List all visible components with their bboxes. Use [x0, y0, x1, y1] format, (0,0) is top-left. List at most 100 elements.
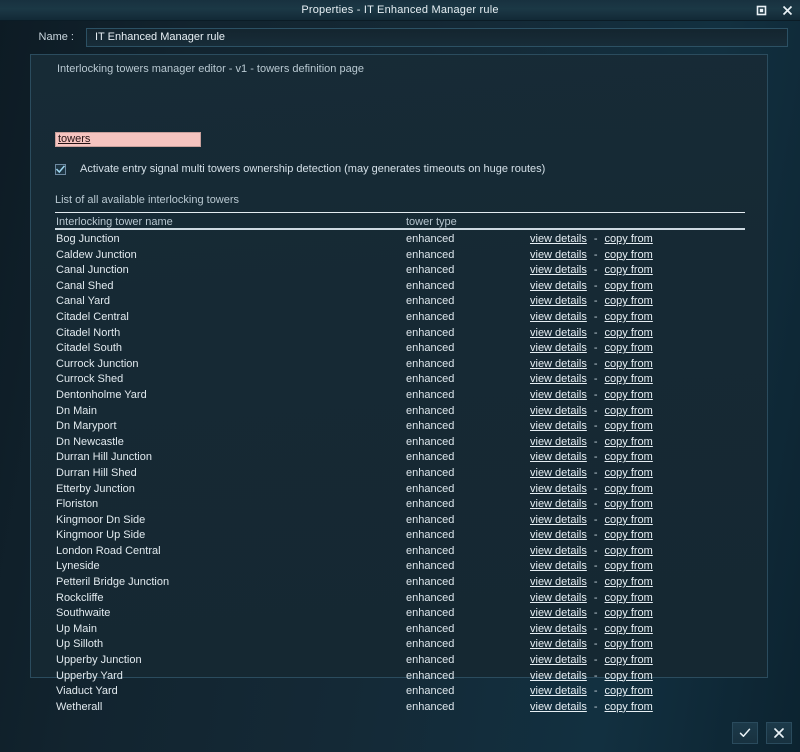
tower-actions-cell: view details - copy from	[530, 450, 653, 466]
copy-from-link[interactable]: copy from	[605, 389, 653, 401]
copy-from-link[interactable]: copy from	[605, 436, 653, 448]
view-details-link[interactable]: view details	[530, 560, 587, 572]
table-row: Dn Main enhanced view details - copy from	[55, 404, 745, 420]
copy-from-link[interactable]: copy from	[605, 264, 653, 276]
tower-type-cell: enhanced	[406, 654, 455, 667]
name-input[interactable]	[86, 27, 788, 47]
copy-from-link[interactable]: copy from	[605, 249, 653, 261]
table-row: Lyneside enhanced view details - copy from	[55, 559, 745, 575]
view-details-link[interactable]: view details	[530, 373, 587, 385]
table-row: Durran Hill Shed enhanced view details - cop…	[55, 466, 745, 482]
copy-from-link[interactable]: copy from	[605, 498, 653, 510]
copy-from-link[interactable]: copy from	[605, 576, 653, 588]
view-details-link[interactable]: view details	[530, 327, 587, 339]
view-details-link[interactable]: view details	[530, 514, 587, 526]
copy-from-link[interactable]: copy from	[605, 295, 653, 307]
view-details-link[interactable]: view details	[530, 233, 587, 245]
copy-from-link[interactable]: copy from	[605, 311, 653, 323]
dialog-footer	[0, 718, 800, 752]
tower-actions-cell: view details - copy from	[530, 263, 653, 279]
view-details-link[interactable]: view details	[530, 670, 587, 682]
tower-type-cell: enhanced	[406, 342, 455, 355]
copy-from-link[interactable]: copy from	[605, 483, 653, 495]
action-separator: -	[593, 279, 598, 292]
editor-title: Interlocking towers manager editor - v1 …	[57, 63, 364, 75]
copy-from-link[interactable]: copy from	[605, 280, 653, 292]
view-details-link[interactable]: view details	[530, 342, 587, 354]
copy-from-link[interactable]: copy from	[605, 342, 653, 354]
view-details-link[interactable]: view details	[530, 467, 587, 479]
table-row: Up Main enhanced view details - copy from	[55, 622, 745, 638]
multi-tower-ownership-checkbox[interactable]	[55, 163, 66, 175]
window-controls	[753, 0, 796, 21]
view-details-link[interactable]: view details	[530, 295, 587, 307]
view-details-link[interactable]: view details	[530, 280, 587, 292]
view-details-link[interactable]: view details	[530, 685, 587, 697]
tower-name-cell: Etterby Junction	[56, 482, 135, 495]
copy-from-link[interactable]: copy from	[605, 685, 653, 697]
towers-scope-input[interactable]: towers	[55, 132, 201, 147]
view-details-link[interactable]: view details	[530, 405, 587, 417]
tower-actions-cell: view details - copy from	[530, 372, 653, 388]
action-separator: -	[593, 248, 598, 261]
tower-actions-cell: view details - copy from	[530, 606, 653, 622]
copy-from-link[interactable]: copy from	[605, 560, 653, 572]
copy-from-link[interactable]: copy from	[605, 638, 653, 650]
view-details-link[interactable]: view details	[530, 358, 587, 370]
copy-from-link[interactable]: copy from	[605, 654, 653, 666]
view-details-link[interactable]: view details	[530, 498, 587, 510]
copy-from-link[interactable]: copy from	[605, 514, 653, 526]
view-details-link[interactable]: view details	[530, 654, 587, 666]
copy-from-link[interactable]: copy from	[605, 451, 653, 463]
maximize-icon[interactable]	[753, 2, 770, 19]
copy-from-link[interactable]: copy from	[605, 670, 653, 682]
copy-from-link[interactable]: copy from	[605, 545, 653, 557]
view-details-link[interactable]: view details	[530, 701, 587, 713]
copy-from-link[interactable]: copy from	[605, 358, 653, 370]
copy-from-link[interactable]: copy from	[605, 405, 653, 417]
cancel-button[interactable]	[766, 722, 792, 744]
multi-tower-ownership-row: Activate entry signal multi towers owner…	[55, 162, 545, 176]
copy-from-link[interactable]: copy from	[605, 467, 653, 479]
action-separator: -	[593, 498, 598, 511]
copy-from-link[interactable]: copy from	[605, 327, 653, 339]
view-details-link[interactable]: view details	[530, 483, 587, 495]
view-details-link[interactable]: view details	[530, 420, 587, 432]
view-details-link[interactable]: view details	[530, 545, 587, 557]
view-details-link[interactable]: view details	[530, 638, 587, 650]
confirm-button[interactable]	[732, 722, 758, 744]
tower-type-cell: enhanced	[406, 482, 455, 495]
copy-from-link[interactable]: copy from	[605, 592, 653, 604]
action-separator: -	[593, 622, 598, 635]
view-details-link[interactable]: view details	[530, 311, 587, 323]
view-details-link[interactable]: view details	[530, 607, 587, 619]
view-details-link[interactable]: view details	[530, 451, 587, 463]
window-title: Properties - IT Enhanced Manager rule	[301, 4, 499, 16]
copy-from-link[interactable]: copy from	[605, 420, 653, 432]
action-separator: -	[593, 607, 598, 620]
tower-name-cell: Upperby Junction	[56, 654, 142, 667]
view-details-link[interactable]: view details	[530, 576, 587, 588]
copy-from-link[interactable]: copy from	[605, 529, 653, 541]
tower-name-cell: Canal Yard	[56, 295, 111, 308]
view-details-link[interactable]: view details	[530, 592, 587, 604]
tower-actions-cell: view details - copy from	[530, 248, 653, 264]
table-row: Bog Junction enhanced view details - copy fr…	[55, 232, 745, 248]
close-icon[interactable]	[779, 2, 796, 19]
tower-actions-cell: view details - copy from	[530, 294, 653, 310]
table-row: Canal Yard enhanced view details - copy from	[55, 294, 745, 310]
view-details-link[interactable]: view details	[530, 529, 587, 541]
copy-from-link[interactable]: copy from	[605, 701, 653, 713]
list-caption: List of all available interlocking tower…	[55, 194, 240, 206]
view-details-link[interactable]: view details	[530, 249, 587, 261]
copy-from-link[interactable]: copy from	[605, 607, 653, 619]
copy-from-link[interactable]: copy from	[605, 623, 653, 635]
copy-from-link[interactable]: copy from	[605, 233, 653, 245]
view-details-link[interactable]: view details	[530, 264, 587, 276]
view-details-link[interactable]: view details	[530, 436, 587, 448]
copy-from-link[interactable]: copy from	[605, 373, 653, 385]
tower-actions-cell: view details - copy from	[530, 466, 653, 482]
action-separator: -	[593, 326, 598, 339]
view-details-link[interactable]: view details	[530, 389, 587, 401]
view-details-link[interactable]: view details	[530, 623, 587, 635]
